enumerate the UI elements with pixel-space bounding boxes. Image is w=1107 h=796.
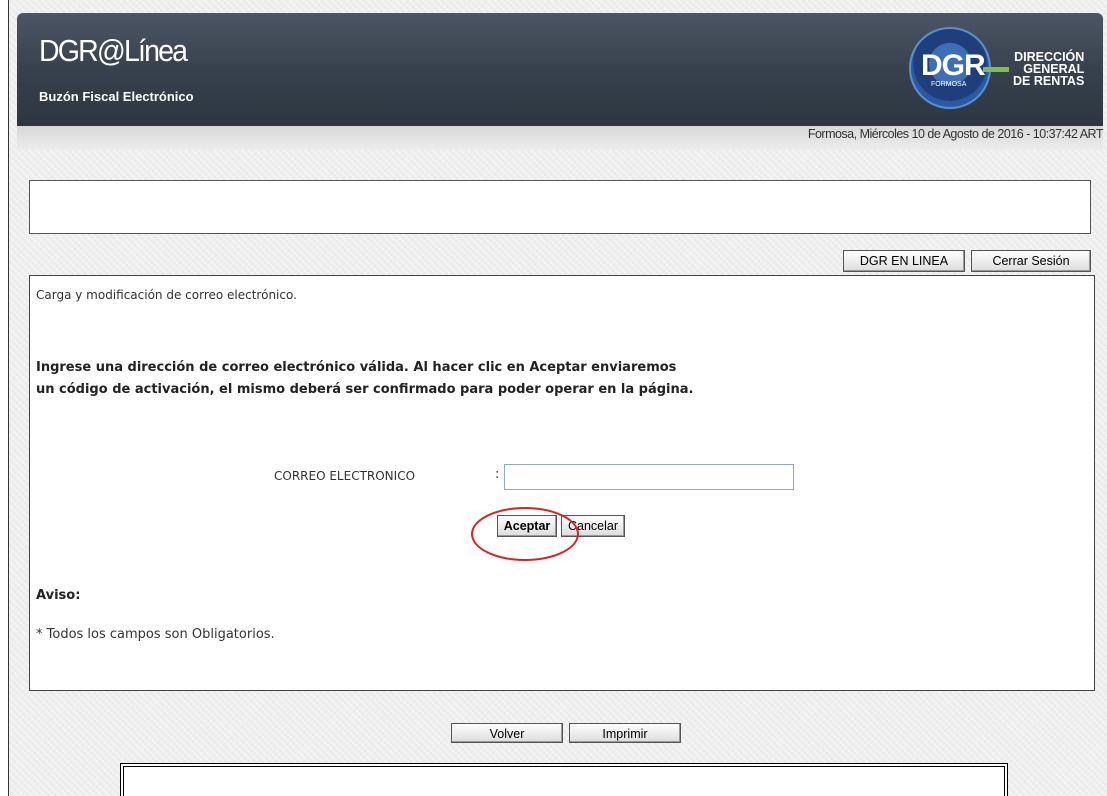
instructions: Ingrese una dirección de correo electrón… <box>36 357 796 401</box>
app-title: DGR@Línea <box>39 33 188 68</box>
date-time-text: Formosa, Miércoles 10 de Agosto de 2016 … <box>807 127 1104 141</box>
dgr-logo: DGR FORMOSA DIRECCIÓN GENERAL DE RENTAS <box>909 27 1099 109</box>
app-subtitle: Buzón Fiscal Electrónico <box>39 89 194 104</box>
page-frame: DGR@Línea Buzón Fiscal Electrónico DGR F… <box>8 0 1107 796</box>
notice-title: Aviso: <box>36 588 81 603</box>
logo-line-3: DE RENTAS <box>1013 74 1085 88</box>
email-field-label: CORREO ELECTRONICO <box>274 469 416 483</box>
cancel-button[interactable]: Cancelar <box>561 515 625 537</box>
logo-badge: DGR <box>921 49 986 82</box>
message-box <box>29 180 1091 234</box>
logout-button[interactable]: Cerrar Sesión <box>971 250 1091 272</box>
email-input[interactable] <box>504 464 794 490</box>
footer-box <box>120 763 1008 796</box>
dgr-en-linea-button[interactable]: DGR EN LINEA <box>843 250 965 272</box>
logo-region: FORMOSA <box>931 81 967 88</box>
back-button[interactable]: Volver <box>451 723 563 743</box>
required-fields-note: * Todos los campos son Obligatorios. <box>36 627 275 642</box>
date-bar: Formosa, Miércoles 10 de Agosto de 2016 … <box>17 126 1104 150</box>
logo-stripe <box>983 67 1009 72</box>
instructions-line-1: Ingrese una dirección de correo electrón… <box>36 360 677 375</box>
accept-button[interactable]: Aceptar <box>497 515 557 537</box>
app-header: DGR@Línea Buzón Fiscal Electrónico DGR F… <box>17 13 1103 126</box>
instructions-line-2: un código de activación, el mismo deberá… <box>36 382 694 397</box>
email-field-colon: : <box>495 467 500 482</box>
email-form-panel: Carga y modificación de correo electróni… <box>29 275 1095 691</box>
logo-text: DIRECCIÓN GENERAL DE RENTAS <box>1013 51 1085 88</box>
print-button[interactable]: Imprimir <box>569 723 681 743</box>
panel-title: Carga y modificación de correo electróni… <box>36 288 297 302</box>
